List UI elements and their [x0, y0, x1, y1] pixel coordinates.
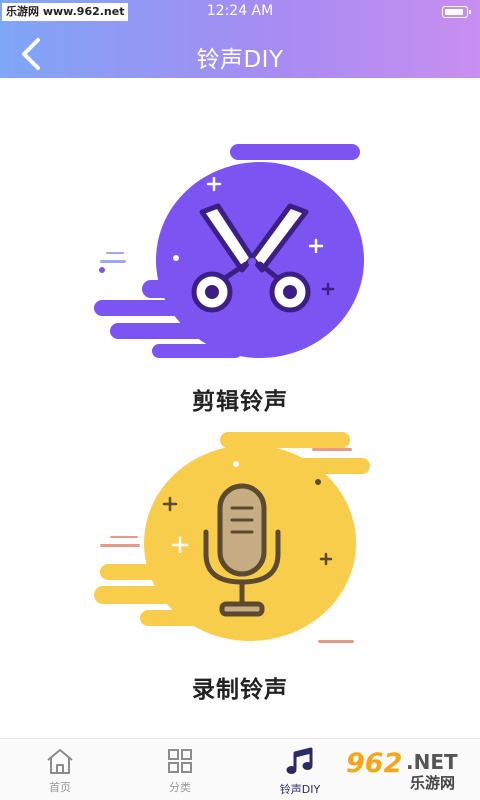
battery-icon	[442, 6, 471, 18]
cut-ringtone-option[interactable]: 剪辑铃声	[80, 140, 400, 420]
home-icon	[47, 749, 73, 774]
status-time: 12:24 AM	[206, 3, 274, 19]
cut-ringtone-label: 剪辑铃声	[192, 389, 288, 415]
tab-home[interactable]: 首页	[0, 739, 120, 800]
tab-home-label: 首页	[49, 781, 71, 794]
tab-category[interactable]: 分类	[120, 739, 240, 800]
site-logo: 962 .NET 乐游网	[346, 744, 476, 796]
tab-category-label: 分类	[169, 781, 191, 794]
microphone-illustration	[94, 432, 370, 643]
logo-suffix: .NET	[406, 750, 458, 774]
music-note-icon	[286, 747, 313, 774]
record-ringtone-option[interactable]: 录制铃声	[80, 428, 400, 708]
grid-icon	[168, 749, 192, 773]
logo-subtitle: 乐游网	[410, 774, 456, 792]
page-title: 铃声DIY	[196, 47, 284, 73]
scissors-illustration	[94, 144, 364, 358]
battery-level	[445, 9, 463, 15]
tab-ringtone-diy[interactable]: 铃声DIY	[240, 739, 360, 800]
logo-mark: 962	[346, 748, 403, 779]
record-ringtone-label: 录制铃声	[192, 677, 288, 703]
status-bar: 乐游网 www.962.net 12:24 AM	[0, 0, 480, 24]
tab-ringtone-diy-label: 铃声DIY	[279, 783, 321, 796]
app-header: 乐游网 www.962.net 12:24 AM 铃声DIY	[0, 0, 480, 78]
